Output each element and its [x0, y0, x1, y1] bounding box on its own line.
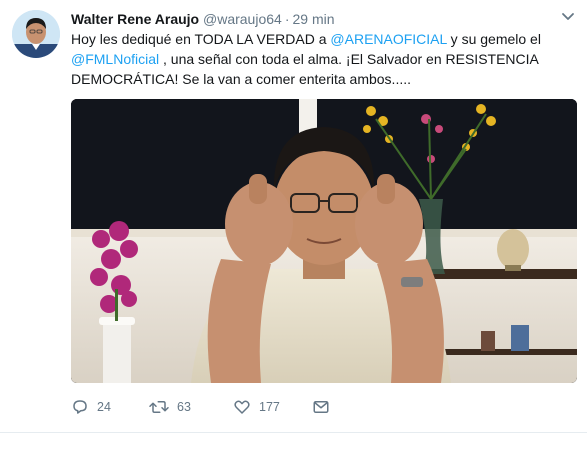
reply-count: 24 — [97, 400, 111, 414]
divider — [0, 432, 587, 433]
author-name[interactable]: Walter Rene Araujo — [71, 11, 199, 27]
tweet-timestamp[interactable]: 29 min — [292, 11, 334, 27]
author-handle[interactable]: @waraujo64 — [203, 11, 282, 27]
retweet-count: 63 — [177, 400, 191, 414]
message-icon — [312, 398, 330, 416]
reply-button[interactable]: 24 — [71, 395, 111, 419]
mention-link[interactable]: @FMLNoficial — [71, 51, 159, 67]
separator-dot: · — [284, 11, 290, 27]
like-icon — [233, 398, 251, 416]
video-frame-image — [71, 99, 577, 383]
tweet-video-media[interactable] — [71, 99, 577, 383]
direct-message-button[interactable] — [312, 395, 330, 419]
caret-down-icon[interactable] — [560, 8, 576, 24]
avatar[interactable] — [12, 10, 60, 58]
mention-link[interactable]: @ARENAOFICIAL — [330, 31, 446, 47]
tweet-card: Walter Rene Araujo @waraujo64 · 29 min Hoy… — [0, 0, 587, 464]
like-count: 177 — [259, 400, 280, 414]
tweet-text-part: Hoy les dediqué en TODA LA VERDAD a — [71, 31, 331, 47]
tweet-text: Hoy les dediqué en TODA LA VERDAD a @ARE… — [71, 29, 541, 89]
tweet-text-part: y su gemelo el — [446, 31, 541, 47]
reply-icon — [71, 398, 89, 416]
retweet-icon — [149, 398, 169, 416]
tweet-header: Walter Rene Araujo @waraujo64 · 29 min — [71, 9, 577, 29]
like-button[interactable]: 177 — [233, 395, 280, 419]
retweet-button[interactable]: 63 — [149, 395, 191, 419]
